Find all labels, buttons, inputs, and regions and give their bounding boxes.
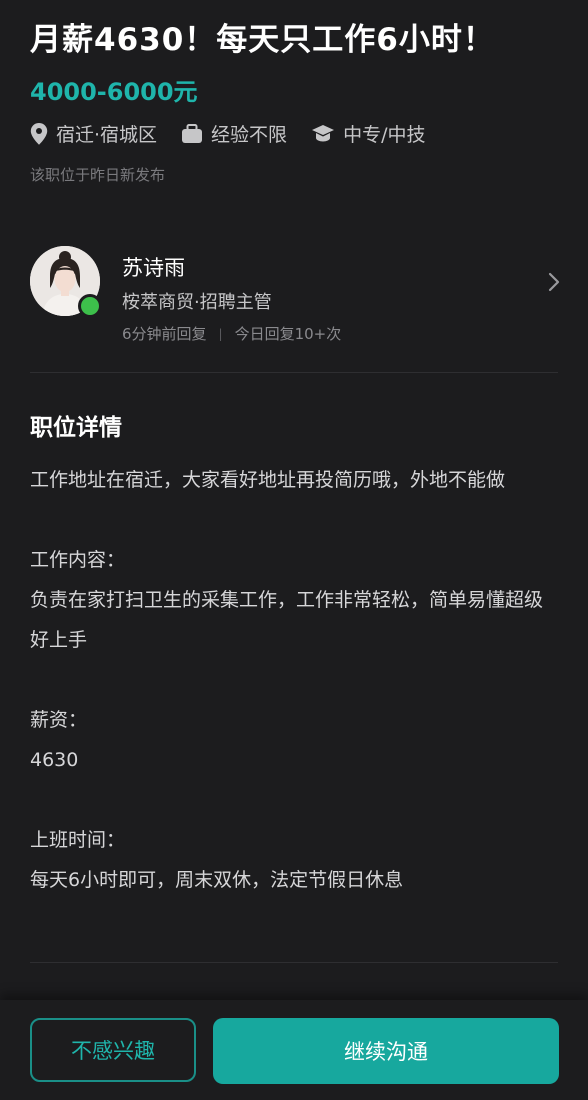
location-text: 宿迁·宿城区 bbox=[56, 124, 158, 146]
continue-chat-button[interactable]: 继续沟通 bbox=[213, 1018, 559, 1084]
section-title-job-details: 职位详情 bbox=[30, 415, 122, 441]
briefcase-icon bbox=[182, 123, 203, 143]
graduation-cap-icon bbox=[312, 124, 335, 141]
pay-label: 薪资： bbox=[30, 709, 88, 731]
bottom-action-bar: 不感兴趣 继续沟通 bbox=[0, 1000, 588, 1100]
posted-notice: 该职位于昨日新发布 bbox=[30, 166, 166, 184]
hours-text: 每天6小时即可，周末双休，法定节假日休息 bbox=[30, 869, 404, 891]
recruiter-name: 苏诗雨 bbox=[122, 256, 185, 280]
job-meta-row: 宿迁·宿城区 经验不限 中专/中技 bbox=[30, 120, 449, 147]
job-detail-page: 月薪4630！每天只工作6小时！ 4000-6000元 宿迁·宿城区 经验不限 … bbox=[0, 0, 588, 1100]
reply-separator: | bbox=[218, 326, 223, 341]
hours-label: 上班时间： bbox=[30, 829, 126, 851]
pay-value: 4630 bbox=[30, 749, 79, 771]
recruiter-company-role: 桉萃商贸·招聘主管 bbox=[122, 292, 272, 313]
meta-experience: 经验不限 bbox=[181, 120, 287, 147]
education-text: 中专/中技 bbox=[343, 124, 426, 146]
divider bbox=[30, 962, 558, 963]
salary-range: 4000-6000元 bbox=[30, 78, 198, 106]
not-interested-button[interactable]: 不感兴趣 bbox=[30, 1018, 196, 1082]
address-note: 工作地址在宿迁，大家看好地址再投简历哦，外地不能做 bbox=[30, 469, 506, 491]
location-pin-icon bbox=[30, 122, 48, 145]
job-description: 工作地址在宿迁，大家看好地址再投简历哦，外地不能做 工作内容： 负责在家打扫卫生… bbox=[30, 460, 560, 900]
reply-time: 6分钟前回复 bbox=[122, 325, 207, 343]
divider bbox=[30, 372, 558, 373]
meta-education: 中专/中技 bbox=[311, 120, 425, 147]
job-title: 月薪4630！每天只工作6小时！ bbox=[30, 22, 495, 58]
recruiter-reply-stats: 6分钟前回复 | 今日回复10+次 bbox=[122, 323, 341, 344]
chevron-right-icon[interactable] bbox=[548, 272, 560, 292]
reply-count: 今日回复10+次 bbox=[234, 325, 342, 343]
meta-location: 宿迁·宿城区 bbox=[30, 120, 157, 147]
online-status-dot bbox=[78, 294, 102, 318]
content-label: 工作内容： bbox=[30, 549, 126, 571]
experience-text: 经验不限 bbox=[211, 124, 288, 146]
content-text: 负责在家打扫卫生的采集工作，工作非常轻松，简单易懂超级好上手 bbox=[30, 589, 544, 651]
recruiter-card[interactable]: 苏诗雨 桉萃商贸·招聘主管 6分钟前回复 | 今日回复10+次 bbox=[0, 240, 588, 352]
